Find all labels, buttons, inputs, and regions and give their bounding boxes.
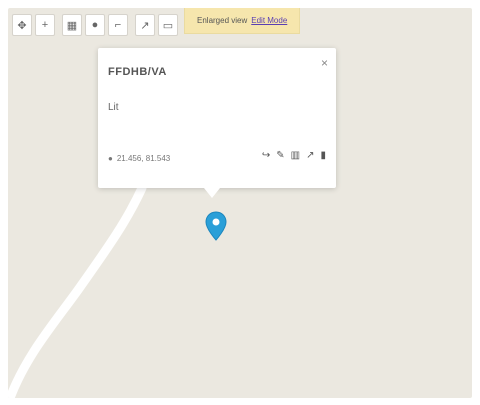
info-icon[interactable]: ▮ bbox=[320, 150, 326, 161]
popup-actions: ↪ ✎ ▥ ↗ ▮ bbox=[262, 150, 326, 161]
map-toolbar: ✥ + ▦ ● ⌐ ↗ ▭ bbox=[12, 12, 178, 38]
info-popup: × FFDHB/VA Lit ● 21.456, 81.543 ↪ ✎ ▥ ↗ … bbox=[98, 48, 336, 198]
layers-icon[interactable]: ▦ bbox=[62, 14, 82, 36]
notice-banner: Enlarged view Edit Mode bbox=[184, 8, 301, 34]
popup-value: Lit bbox=[108, 102, 119, 113]
delete-icon[interactable]: ▥ bbox=[291, 150, 300, 161]
popup-coordinates: ● 21.456, 81.543 bbox=[108, 154, 170, 163]
zoom-icon[interactable]: + bbox=[35, 14, 55, 36]
link-icon[interactable]: ↗ bbox=[135, 14, 155, 36]
location-marker-icon[interactable] bbox=[205, 211, 227, 241]
directions-icon[interactable]: ↪ bbox=[262, 150, 270, 161]
popup-title: FFDHB/VA bbox=[108, 66, 167, 78]
map-canvas[interactable]: ✥ + ▦ ● ⌐ ↗ ▭ Enlarged view Edit Mode × … bbox=[8, 8, 472, 398]
edit-icon[interactable]: ✎ bbox=[276, 150, 284, 161]
share-icon[interactable]: ↗ bbox=[306, 150, 314, 161]
ruler-icon[interactable]: ⌐ bbox=[108, 14, 128, 36]
screenshot-frame: ✥ + ▦ ● ⌐ ↗ ▭ Enlarged view Edit Mode × … bbox=[0, 0, 480, 405]
close-icon[interactable]: × bbox=[321, 56, 328, 70]
location-icon: ● bbox=[108, 154, 113, 163]
share-icon[interactable]: ▭ bbox=[158, 14, 178, 36]
marker-icon[interactable]: ● bbox=[85, 14, 105, 36]
coordinates-text: 21.456, 81.543 bbox=[116, 154, 171, 163]
notice-text: Enlarged view bbox=[197, 16, 248, 25]
notice-link[interactable]: Edit Mode bbox=[251, 16, 287, 25]
pan-icon[interactable]: ✥ bbox=[12, 14, 32, 36]
